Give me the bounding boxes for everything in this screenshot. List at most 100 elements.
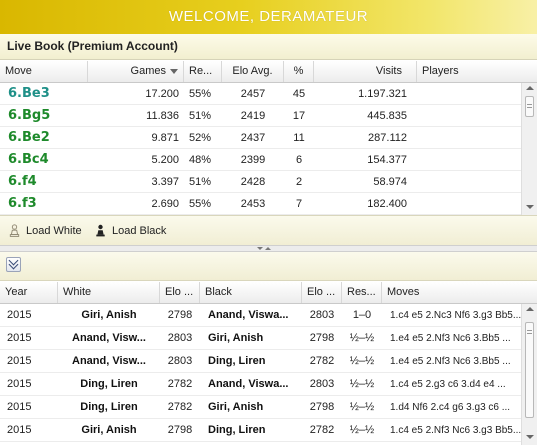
book-move: 6.Be2 (8, 130, 50, 145)
game-year: 2015 (7, 332, 32, 344)
book-row[interactable]: 6.Bc4 5.200 48% 2399 6 154.377 (0, 149, 521, 171)
col-header-move[interactable]: Move (0, 61, 88, 82)
book-row[interactable]: 6.f4 3.397 51% 2428 2 58.974 (0, 171, 521, 193)
game-moves: 1.d4 Nf6 2.c4 g6 3.g3 c6 ... (390, 402, 511, 413)
load-black-label: Load Black (112, 225, 167, 237)
game-row[interactable]: 2015 Ding, Liren 2782 Giri, Anish 2798 ½… (0, 396, 521, 419)
games-toolbar (0, 252, 537, 281)
col-header-elo-avg[interactable]: Elo Avg. (222, 61, 284, 82)
game-year: 2015 (7, 309, 32, 321)
splitter-grip-icon[interactable] (254, 247, 274, 251)
book-percent: 17 (292, 110, 306, 122)
book-elo: 2419 (240, 110, 266, 122)
scroll-up-icon[interactable] (526, 86, 534, 90)
book-row[interactable]: 6.f3 2.690 55% 2453 7 182.400 (0, 193, 521, 215)
game-result: 1–0 (352, 309, 372, 321)
book-move: 6.f4 (8, 174, 37, 189)
game-result: ½–½ (349, 424, 375, 436)
game-white-elo: 2798 (167, 309, 193, 321)
game-black-elo: 2798 (309, 332, 335, 344)
book-visits: 182.400 (367, 198, 407, 210)
book-elo: 2457 (240, 88, 266, 100)
game-black-elo: 2782 (309, 424, 335, 436)
book-move: 6.f3 (8, 196, 37, 211)
game-black: Giri, Anish (208, 401, 264, 413)
book-percent: 6 (295, 154, 303, 166)
load-black-button[interactable]: Load Black (95, 216, 175, 246)
book-move: 6.Bg5 (8, 108, 51, 123)
game-row[interactable]: 2015 Ding, Liren 2782 Anand, Viswa... 28… (0, 373, 521, 396)
book-result: 55% (189, 88, 212, 100)
col-header-black[interactable]: Black (200, 282, 302, 303)
col-header-white[interactable]: White (58, 282, 160, 303)
game-result: ½–½ (349, 378, 375, 390)
game-moves: 1.c4 e5 2.Nf3 Nc6 3.g3 Bb5... (390, 425, 521, 436)
game-black-elo: 2803 (309, 309, 335, 321)
book-scroll-thumb[interactable] (525, 96, 534, 117)
game-moves: 1.c4 e5 2.g3 c6 3.d4 e4 ... (390, 379, 506, 390)
col-header-games[interactable]: Games (88, 61, 184, 82)
load-white-label: Load White (26, 225, 82, 237)
game-row[interactable]: 2015 Giri, Anish 2798 Ding, Liren 2782 ½… (0, 419, 521, 442)
welcome-banner: WELCOME, DERAMATEUR (0, 0, 537, 34)
game-white-elo: 2782 (167, 401, 193, 413)
white-pawn-icon (9, 224, 20, 237)
live-book-rows: 6.Be3 17.200 55% 2457 45 1.197.321 6.Bg5… (0, 83, 521, 215)
game-row[interactable]: 2015 Anand, Visw... 2803 Giri, Anish 279… (0, 327, 521, 350)
scroll-up-icon[interactable] (526, 307, 534, 311)
book-elo: 2453 (240, 198, 266, 210)
panel-splitter[interactable] (0, 245, 537, 252)
col-header-year[interactable]: Year (0, 282, 58, 303)
col-header-visits[interactable]: Visits (314, 61, 417, 82)
col-header-players[interactable]: Players (417, 61, 537, 82)
live-book-header: Move Games Re... Elo Avg. % Visits Playe… (0, 61, 537, 83)
book-games: 9.871 (151, 132, 179, 144)
scroll-down-icon[interactable] (526, 205, 534, 209)
book-move: 6.Bc4 (8, 152, 49, 167)
col-header-moves[interactable]: Moves (382, 282, 537, 303)
book-visits: 1.197.321 (358, 88, 407, 100)
welcome-banner-text: WELCOME, DERAMATEUR (168, 8, 369, 25)
load-toolbar: Load White Load Black (0, 215, 537, 245)
book-move: 6.Be3 (8, 86, 50, 101)
book-row[interactable]: 6.Be3 17.200 55% 2457 45 1.197.321 (0, 83, 521, 105)
book-percent: 7 (295, 198, 303, 210)
book-games: 11.836 (146, 110, 179, 122)
game-white: Anand, Visw... (72, 355, 146, 367)
book-result: 55% (189, 198, 212, 210)
game-result: ½–½ (349, 332, 375, 344)
col-header-games-label: Games (130, 65, 166, 77)
col-header-result[interactable]: Re... (184, 61, 222, 82)
col-header-percent[interactable]: % (284, 61, 314, 82)
book-visits: 58.974 (373, 176, 407, 188)
game-moves: 1.e4 e5 2.Nf3 Nc6 3.Bb5 ... (390, 333, 511, 344)
game-black: Giri, Anish (208, 332, 264, 344)
col-header-black-elo[interactable]: Elo ... (302, 282, 342, 303)
col-header-result[interactable]: Res... (342, 282, 382, 303)
book-games: 3.397 (151, 176, 179, 188)
game-moves: 1.c4 e5 2.Nc3 Nf6 3.g3 Bb5... (390, 310, 521, 321)
scroll-down-icon[interactable] (526, 435, 534, 439)
game-black: Anand, Viswa... (208, 309, 289, 321)
game-black-elo: 2782 (309, 355, 335, 367)
live-book-title: Live Book (Premium Account) (0, 34, 537, 60)
book-games: 2.690 (151, 198, 179, 210)
game-year: 2015 (7, 378, 32, 390)
sort-descending-icon (170, 68, 178, 74)
games-scroll-thumb[interactable] (525, 322, 534, 418)
game-white-elo: 2803 (167, 355, 193, 367)
book-result: 51% (189, 110, 212, 122)
col-header-white-elo[interactable]: Elo ... (160, 282, 200, 303)
game-row[interactable]: 2015 Anand, Visw... 2803 Ding, Liren 278… (0, 350, 521, 373)
collapse-button[interactable] (6, 255, 21, 272)
games-scrollbar[interactable] (521, 304, 537, 445)
book-row[interactable]: 6.Be2 9.871 52% 2437 11 287.112 (0, 127, 521, 149)
book-elo: 2428 (240, 176, 266, 188)
game-white: Ding, Liren (80, 401, 138, 413)
book-percent: 11 (293, 132, 305, 144)
game-year: 2015 (7, 401, 32, 413)
book-row[interactable]: 6.Bg5 11.836 51% 2419 17 445.835 (0, 105, 521, 127)
book-scrollbar[interactable] (521, 83, 537, 215)
game-row[interactable]: 2015 Giri, Anish 2798 Anand, Viswa... 28… (0, 304, 521, 327)
load-white-button[interactable]: Load White (9, 216, 89, 246)
